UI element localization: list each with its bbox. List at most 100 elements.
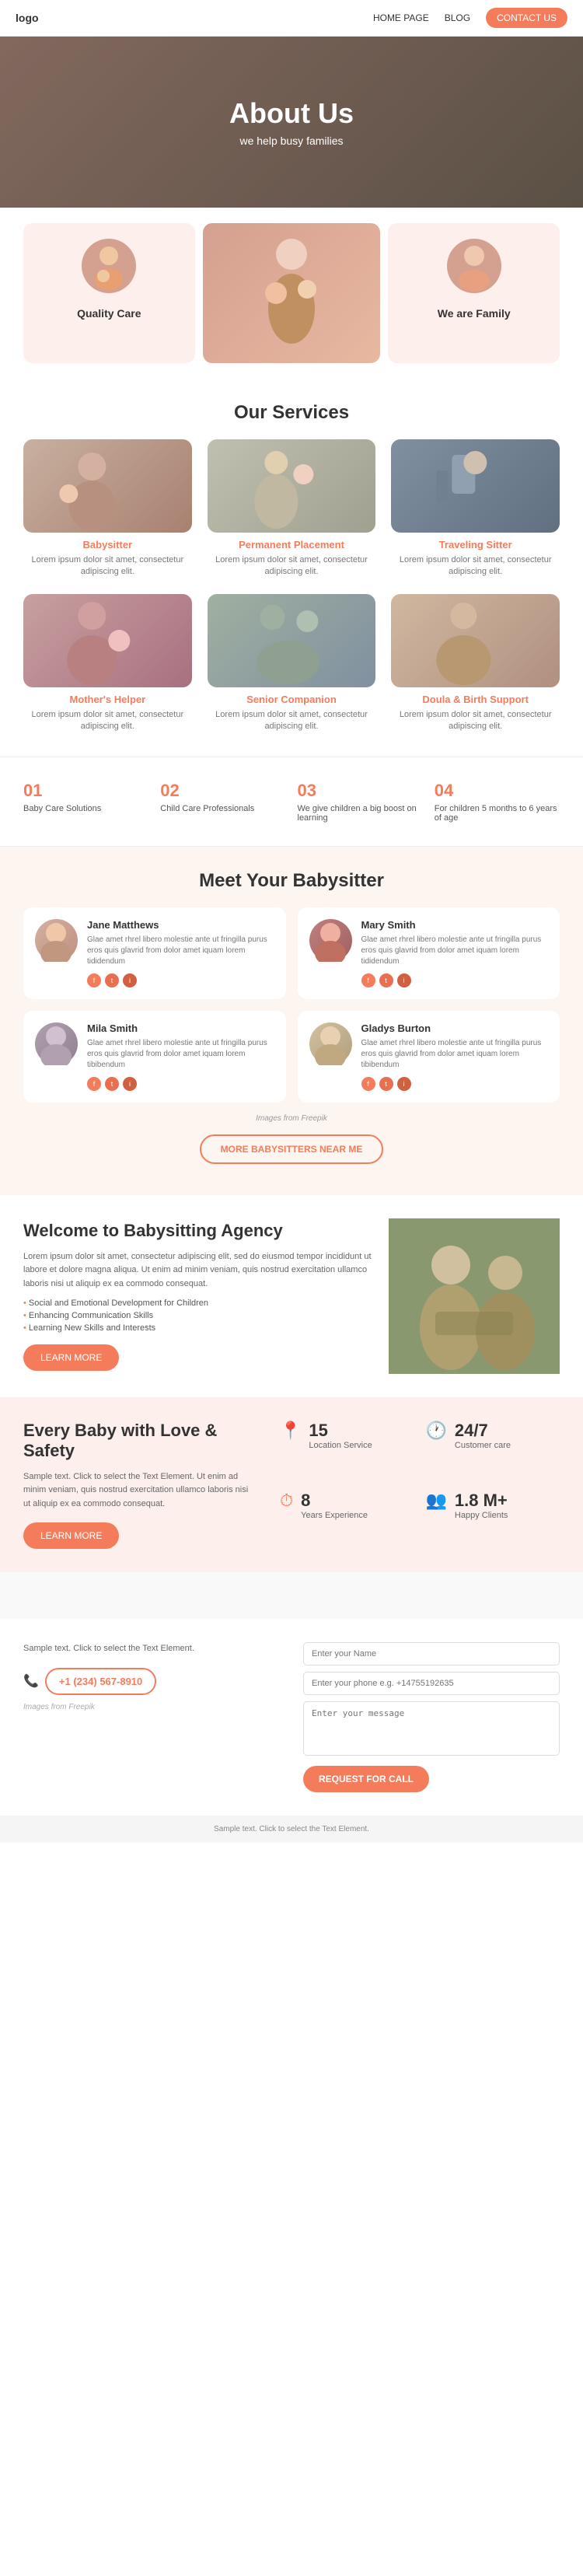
- hero-title: About Us: [229, 97, 354, 130]
- form-phone-input[interactable]: [303, 1672, 560, 1695]
- mary-facebook-icon[interactable]: f: [361, 973, 375, 987]
- senior-desc: Lorem ipsum dolor sit amet, consectetur …: [208, 709, 376, 733]
- stat-3-num: 03: [298, 781, 423, 801]
- we-are-family-title: We are Family: [438, 307, 511, 320]
- customer-num: 24/7: [455, 1421, 511, 1441]
- more-babysitters-button[interactable]: MORE BABYSITTERS NEAR ME: [200, 1134, 384, 1164]
- stats-row: 01 Baby Care Solutions 02 Child Care Pro…: [0, 757, 583, 847]
- stat-1: 01 Baby Care Solutions: [23, 781, 148, 823]
- location-num: 15: [309, 1421, 372, 1441]
- years-label: Years Experience: [301, 1511, 368, 1520]
- location-stat-content: 15 Location Service: [309, 1421, 372, 1450]
- love-stat-years: ⏱ 8 Years Experience: [280, 1491, 414, 1549]
- gladys-info: Gladys Burton Glae amet rhrel libero mol…: [361, 1022, 549, 1091]
- love-learn-more-button[interactable]: LEARN MORE: [23, 1522, 119, 1549]
- mary-instagram-icon[interactable]: i: [397, 973, 411, 987]
- gladys-instagram-icon[interactable]: i: [397, 1077, 411, 1091]
- mila-twitter-icon[interactable]: t: [105, 1077, 119, 1091]
- footer-form: REQUEST FOR CALL: [303, 1642, 560, 1792]
- form-message-input[interactable]: [303, 1701, 560, 1756]
- babysitter-card-jane: Jane Matthews Glae amet rhrel libero mol…: [23, 907, 286, 999]
- welcome-title: Welcome to Babysitting Agency: [23, 1221, 373, 1241]
- stat-3: 03 We give children a big boost on learn…: [298, 781, 423, 823]
- request-call-button[interactable]: REQUEST FOR CALL: [303, 1766, 429, 1792]
- services-section: Our Services Babysitter Lorem ipsum dolo…: [0, 379, 583, 757]
- clients-stat-content: 1.8 M+ Happy Clients: [455, 1491, 508, 1520]
- jane-info: Jane Matthews Glae amet rhrel libero mol…: [87, 919, 274, 987]
- mary-twitter-icon[interactable]: t: [379, 973, 393, 987]
- welcome-list-item-1: Social and Emotional Development for Chi…: [23, 1298, 373, 1308]
- quality-care-avatar: [82, 239, 136, 293]
- nav-blog[interactable]: BLOG: [445, 12, 470, 23]
- stat-2-label: Child Care Professionals: [160, 804, 285, 813]
- welcome-section: Welcome to Babysitting Agency Lorem ipsu…: [0, 1195, 583, 1397]
- footer-freepik-note: Images from Freepik: [23, 1703, 280, 1711]
- love-stat-clients: 👥 1.8 M+ Happy Clients: [426, 1491, 560, 1549]
- service-doula: Doula & Birth Support Lorem ipsum dolor …: [391, 594, 560, 733]
- love-stat-location: 📍 15 Location Service: [280, 1421, 414, 1479]
- we-are-family-avatar: [447, 239, 501, 293]
- gladys-facebook-icon[interactable]: f: [361, 1077, 375, 1091]
- permanent-title: Permanent Placement: [208, 539, 376, 551]
- love-title: Every Baby with Love & Safety: [23, 1421, 257, 1461]
- mila-instagram-icon[interactable]: i: [123, 1077, 137, 1091]
- welcome-list-item-3: Learning New Skills and Interests: [23, 1323, 373, 1333]
- footer-top: Sample text. Click to select the Text El…: [0, 1619, 583, 1816]
- gladys-twitter-icon[interactable]: t: [379, 1077, 393, 1091]
- welcome-list: Social and Emotional Development for Chi…: [23, 1298, 373, 1333]
- feature-we-are-family: We are Family: [388, 223, 560, 363]
- years-num: 8: [301, 1491, 368, 1511]
- babysitter-card-mary: Mary Smith Glae amet rhrel libero molest…: [298, 907, 560, 999]
- stat-2-num: 02: [160, 781, 285, 801]
- babysitter-card-mila: Mila Smith Glae amet rhrel libero molest…: [23, 1011, 286, 1103]
- customer-stat-content: 24/7 Customer care: [455, 1421, 511, 1450]
- senior-image: [208, 594, 376, 687]
- mila-info: Mila Smith Glae amet rhrel libero molest…: [87, 1022, 274, 1091]
- hero-subtitle: we help busy families: [239, 135, 343, 147]
- jane-twitter-icon[interactable]: t: [105, 973, 119, 987]
- jane-name: Jane Matthews: [87, 919, 274, 931]
- welcome-list-item-2: Enhancing Communication Skills: [23, 1311, 373, 1320]
- love-safety-section: Every Baby with Love & Safety Sample tex…: [0, 1397, 583, 1573]
- babysitters-freepik: Images from Freepik: [23, 1114, 560, 1123]
- hero-section: About Us we help busy families: [0, 37, 583, 208]
- traveling-image: [391, 439, 560, 533]
- nav-cta-button[interactable]: CONTACT US: [486, 8, 567, 28]
- babysitters-section: Meet Your Babysitter Jane Matthews Glae …: [0, 847, 583, 1195]
- permanent-desc: Lorem ipsum dolor sit amet, consectetur …: [208, 554, 376, 578]
- babysitters-grid: Jane Matthews Glae amet rhrel libero mol…: [23, 907, 560, 1103]
- nav-links: HOME PAGE BLOG CONTACT US: [373, 8, 567, 28]
- love-stats: 📍 15 Location Service 🕐 24/7 Customer ca…: [280, 1421, 560, 1550]
- footer-phone-button[interactable]: +1 (234) 567-8910: [45, 1668, 156, 1695]
- phone-icon: 📞: [23, 1673, 39, 1689]
- gladys-social: f t i: [361, 1077, 549, 1091]
- logo: logo: [16, 12, 39, 24]
- babysitter-title: Babysitter: [23, 539, 192, 551]
- feature-quality-care: Quality Care: [23, 223, 195, 363]
- mila-desc: Glae amet rhrel libero molestie ante ut …: [87, 1038, 274, 1071]
- stat-4-num: 04: [435, 781, 560, 801]
- form-name-input[interactable]: [303, 1642, 560, 1665]
- welcome-learn-more-button[interactable]: LEARN MORE: [23, 1344, 119, 1371]
- footer-left-text: Sample text. Click to select the Text El…: [23, 1642, 280, 1656]
- love-desc: Sample text. Click to select the Text El…: [23, 1470, 257, 1512]
- jane-instagram-icon[interactable]: i: [123, 973, 137, 987]
- doula-image: [391, 594, 560, 687]
- service-mothers-helper: Mother's Helper Lorem ipsum dolor sit am…: [23, 594, 192, 733]
- welcome-content: Welcome to Babysitting Agency Lorem ipsu…: [23, 1221, 373, 1372]
- service-permanent: Permanent Placement Lorem ipsum dolor si…: [208, 439, 376, 578]
- babysitter-image: [23, 439, 192, 533]
- services-grid: Babysitter Lorem ipsum dolor sit amet, c…: [23, 439, 560, 733]
- years-stat-content: 8 Years Experience: [301, 1491, 368, 1520]
- customer-label: Customer care: [455, 1441, 511, 1450]
- features-row: Quality Care We are Family: [0, 208, 583, 379]
- nav-home[interactable]: HOME PAGE: [373, 12, 429, 23]
- traveling-desc: Lorem ipsum dolor sit amet, consectetur …: [391, 554, 560, 578]
- doula-title: Doula & Birth Support: [391, 694, 560, 705]
- footer-bottom-text: Sample text. Click to select the Text El…: [214, 1825, 369, 1833]
- spacer-gray: [0, 1572, 583, 1619]
- mila-facebook-icon[interactable]: f: [87, 1077, 101, 1091]
- customer-care-icon: 🕐: [426, 1421, 447, 1441]
- jane-facebook-icon[interactable]: f: [87, 973, 101, 987]
- mothers-helper-image: [23, 594, 192, 687]
